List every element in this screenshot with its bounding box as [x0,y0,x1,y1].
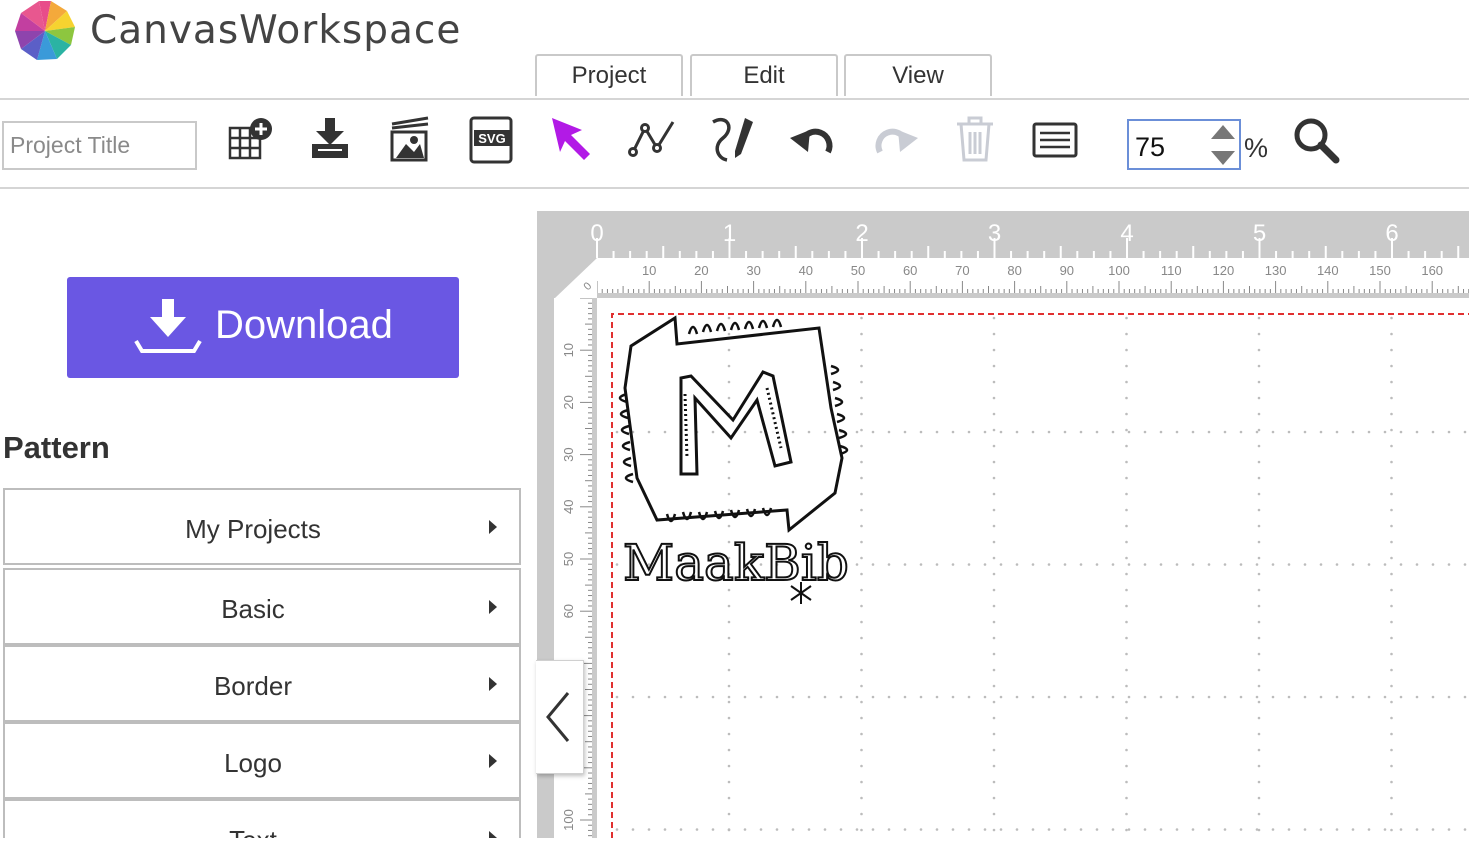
ruler-mm-label: 50 [851,263,865,278]
ruler-mm-label: 80 [1007,263,1021,278]
pinwheel-logo-icon [12,0,78,62]
category-basic[interactable]: Basic [3,568,521,645]
ruler-corner: 0 [555,258,597,298]
ruler-mm-label: 40 [799,263,813,278]
ruler-mm-label: 10 [561,343,576,357]
zoom-value[interactable]: 75 [1135,132,1165,163]
ruler-mm-label: 160 [1421,263,1443,278]
ruler-top-mm: 10 20 30 40 50 60 70 80 90 100 110 120 130 140 150 160 [596,258,1469,298]
ruler-mm-label: 30 [561,447,576,461]
chevron-right-icon [489,600,497,614]
maakbib-logo-artwork[interactable]: MaakBib [618,315,850,604]
project-title-input[interactable] [2,121,197,170]
ruler-inch-label: 3 [988,220,1001,247]
ruler-inch-label: 0 [590,220,603,247]
chevron-right-icon [489,831,497,838]
node-edit-icon[interactable] [627,114,679,166]
zoom-up-arrow-icon[interactable] [1211,125,1235,139]
chevron-right-icon [489,520,497,534]
ruler-mm-label: 60 [561,604,576,618]
zoom-unit: % [1244,133,1269,163]
ruler-mm-label: 120 [1213,263,1235,278]
category-text[interactable]: Text [3,799,521,838]
ruler-mm-label: 100 [561,809,576,831]
zoom-stepper[interactable]: 75 [1127,119,1241,170]
header-divider [0,98,1469,100]
menu-tab-edit[interactable]: Edit [690,54,838,96]
category-label: Border [213,671,293,701]
ruler-inch-label: 6 [1385,220,1398,247]
undo-icon[interactable] [788,114,840,166]
svg-export-icon[interactable]: SVG [466,114,518,166]
ruler-mm-label: 140 [1317,263,1339,278]
redo-icon[interactable] [868,114,920,166]
ruler-mm-label: 130 [1265,263,1287,278]
category-logo[interactable]: Logo [3,722,521,799]
ruler-mm-label: 40 [561,500,576,514]
import-image-icon[interactable] [384,114,436,166]
draw-pen-icon[interactable] [707,114,759,166]
ruler-inch-label: 2 [855,220,868,247]
ruler-mm-label: 60 [903,263,917,278]
chevron-left-icon [546,692,570,742]
menu-tab-view[interactable]: View [844,54,992,96]
magnifier-icon[interactable] [1292,116,1340,164]
artwork-text: MaakBib [623,534,849,592]
category-label: Text [5,825,501,838]
select-arrow-icon[interactable] [546,114,598,166]
ruler-mm-label: 90 [1060,263,1074,278]
collapse-panel-button[interactable] [536,660,584,774]
ruler-mm-label: 20 [561,395,576,409]
category-border[interactable]: Border [3,645,521,722]
ruler-mm-label: 20 [694,263,708,278]
import-icon[interactable] [304,114,356,166]
category-my-projects[interactable]: My Projects [3,488,521,565]
zoom-down-arrow-icon[interactable] [1211,151,1235,165]
ruler-mm-label: 50 [561,552,576,566]
ruler-inch-label: 5 [1253,220,1266,247]
chevron-right-icon [489,754,497,768]
category-label: My Projects [185,514,321,544]
ruler-mm-label: 150 [1369,263,1391,278]
toolbar-divider [0,187,1469,189]
ruler-mm-label: 30 [746,263,760,278]
svg-badge-label: SVG [478,131,505,146]
ruler-mm-label: 100 [1108,263,1130,278]
ruler-top-inches: 0 1 2 3 4 5 6 [590,220,1460,258]
download-label: Download [215,303,393,347]
category-label: Basic [221,594,285,624]
chevron-right-icon [489,677,497,691]
ruler-inch-label: 4 [1120,220,1133,247]
pattern-heading: Pattern [3,430,110,465]
text-lines-icon[interactable] [1030,114,1082,166]
trash-icon[interactable] [949,114,1001,166]
add-pattern-icon[interactable] [224,114,276,166]
menu-tab-project[interactable]: Project [535,54,683,96]
ruler-mm-label: 10 [642,263,656,278]
ruler-mm-label: 70 [955,263,969,278]
download-button[interactable]: Download [67,277,459,378]
ruler-inch-label: 1 [723,220,736,247]
ruler-mm-label: 110 [1161,263,1182,278]
design-board[interactable]: MaakBib [597,298,1469,838]
app-title: CanvasWorkspace [90,8,462,53]
download-icon [134,299,202,353]
category-label: Logo [224,748,282,778]
